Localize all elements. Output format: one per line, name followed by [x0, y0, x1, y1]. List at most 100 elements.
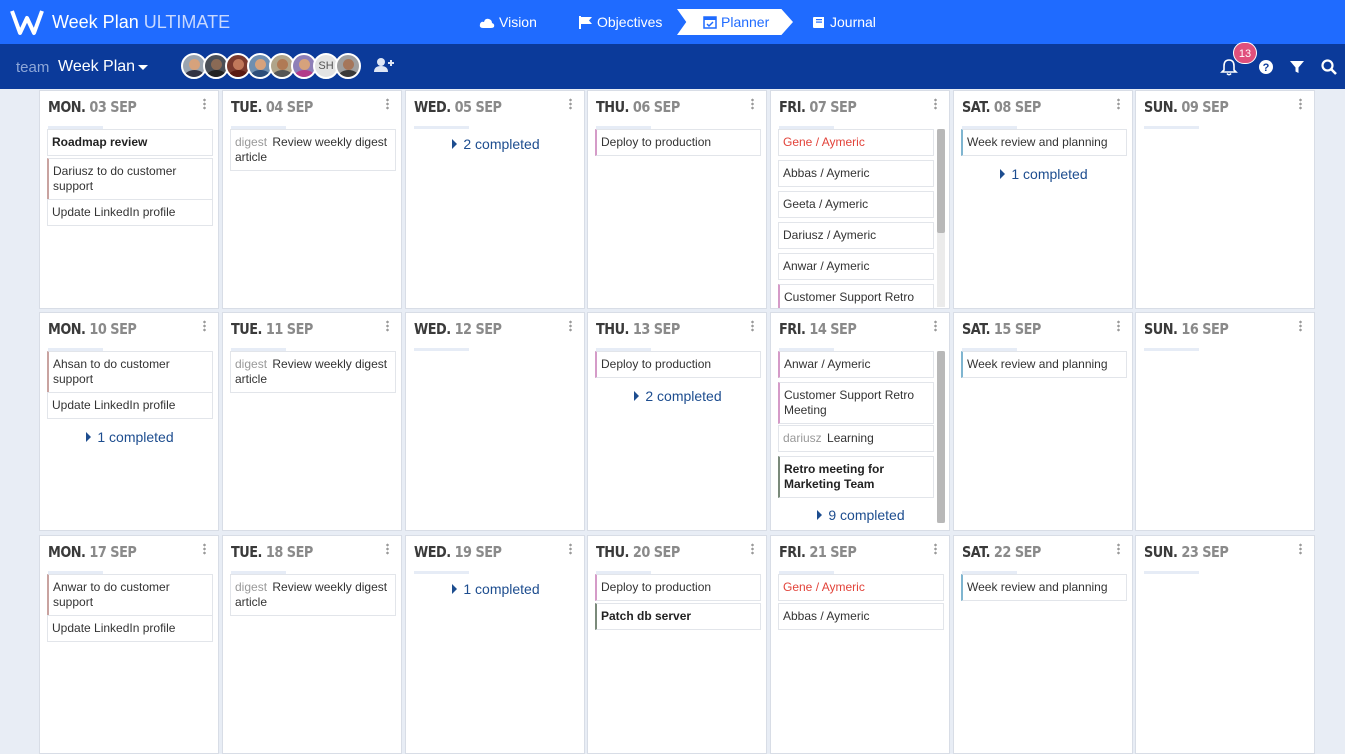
completed-count: 1 completed — [463, 581, 540, 597]
day-cell[interactable]: WED. 12 SEP — [405, 312, 585, 531]
weekplan-logo-icon[interactable] — [10, 8, 44, 36]
task-card[interactable]: Anwar / Aymeric — [778, 351, 934, 378]
task-card[interactable]: Week review and planning — [961, 351, 1127, 378]
day-cell[interactable]: FRI. 07 SEP Gene / Aymeric Abbas / Aymeric… — [770, 90, 950, 309]
avatar[interactable] — [335, 53, 361, 79]
task-card[interactable]: Anwar / Aymeric — [778, 253, 934, 280]
tab-planner[interactable]: Planner — [703, 10, 769, 34]
day-cell[interactable]: FRI. 14 SEP Anwar / Aymeric Customer Suppo… — [770, 312, 950, 531]
day-of-week: SAT. — [962, 543, 990, 561]
tab-objectives[interactable]: Objectives — [579, 10, 662, 34]
more-vertical-icon[interactable] — [1117, 543, 1120, 555]
more-vertical-icon[interactable] — [934, 543, 937, 555]
completed-toggle[interactable]: 2 completed — [588, 388, 766, 404]
day-cell[interactable]: SUN. 16 SEP — [1135, 312, 1315, 531]
tab-vision[interactable]: Vision — [479, 10, 537, 34]
task-card[interactable]: Patch db server — [595, 603, 761, 630]
more-vertical-icon[interactable] — [934, 320, 937, 332]
more-vertical-icon[interactable] — [1299, 543, 1302, 555]
more-vertical-icon[interactable] — [203, 543, 206, 555]
day-cell[interactable]: MON. 03 SEP Roadmap review Dariusz to do c… — [39, 90, 219, 309]
task-card[interactable]: Gene / Aymeric — [778, 574, 944, 601]
task-card[interactable]: Anwar to do customer support — [47, 574, 213, 616]
notification-count-badge[interactable]: 13 — [1233, 42, 1257, 64]
more-vertical-icon[interactable] — [386, 98, 389, 110]
task-list-scrollbar[interactable] — [937, 351, 945, 523]
task-card[interactable]: Week review and planning — [961, 129, 1127, 156]
day-cell[interactable]: TUE. 18 SEP digest Review weekly digest a… — [222, 535, 402, 754]
more-vertical-icon[interactable] — [203, 98, 206, 110]
day-cell[interactable]: SAT. 15 SEP Week review and planning — [953, 312, 1133, 531]
task-card[interactable]: Update LinkedIn profile — [47, 392, 213, 419]
task-card[interactable]: Abbas / Aymeric — [778, 603, 944, 630]
day-date: 15 SEP — [993, 320, 1041, 338]
day-title-underline — [1144, 348, 1199, 351]
task-card[interactable]: Abbas / Aymeric — [778, 160, 934, 187]
task-card[interactable]: digest Review weekly digest article — [230, 351, 396, 393]
more-vertical-icon[interactable] — [934, 98, 937, 110]
completed-toggle[interactable]: 9 completed — [771, 507, 949, 523]
task-card[interactable]: Deploy to production — [595, 351, 761, 378]
day-cell[interactable]: FRI. 21 SEP Gene / Aymeric Abbas / Aymeric — [770, 535, 950, 754]
day-cell[interactable]: MON. 17 SEP Anwar to do customer support U… — [39, 535, 219, 754]
completed-toggle[interactable]: 1 completed — [954, 166, 1132, 182]
more-vertical-icon[interactable] — [386, 320, 389, 332]
day-cell[interactable]: TUE. 04 SEP digest Review weekly digest a… — [222, 90, 402, 309]
more-vertical-icon[interactable] — [1117, 320, 1120, 332]
help-icon[interactable]: ? — [1257, 58, 1275, 76]
more-vertical-icon[interactable] — [203, 320, 206, 332]
task-card[interactable]: Retro meeting for Marketing Team — [778, 456, 934, 498]
day-cell[interactable]: SAT. 22 SEP Week review and planning — [953, 535, 1133, 754]
day-cell[interactable]: THU. 06 SEP Deploy to production — [587, 90, 767, 309]
search-icon[interactable] — [1320, 58, 1338, 76]
task-card[interactable]: Dariusz to do customer support — [47, 158, 213, 200]
completed-toggle[interactable]: 1 completed — [406, 581, 584, 597]
add-user-icon[interactable] — [374, 57, 394, 73]
more-vertical-icon[interactable] — [751, 98, 754, 110]
team-selector[interactable]: Week Plan — [58, 58, 135, 76]
task-card[interactable]: Week review and planning — [961, 574, 1127, 601]
more-vertical-icon[interactable] — [569, 543, 572, 555]
more-vertical-icon[interactable] — [386, 543, 389, 555]
more-vertical-icon[interactable] — [569, 98, 572, 110]
day-cell[interactable]: SUN. 09 SEP — [1135, 90, 1315, 309]
task-card[interactable]: digest Review weekly digest article — [230, 129, 396, 171]
completed-toggle[interactable]: 2 completed — [406, 136, 584, 152]
more-vertical-icon[interactable] — [1299, 98, 1302, 110]
app-title[interactable]: Week Plan ULTIMATE — [52, 12, 230, 33]
day-cell[interactable]: WED. 19 SEP 1 completed — [405, 535, 585, 754]
filter-icon[interactable] — [1288, 58, 1306, 76]
chevron-down-icon[interactable] — [138, 65, 148, 70]
task-card[interactable]: Update LinkedIn profile — [47, 199, 213, 226]
day-cell[interactable]: WED. 05 SEP 2 completed — [405, 90, 585, 309]
completed-toggle[interactable]: 1 completed — [40, 429, 218, 445]
task-card[interactable]: Gene / Aymeric — [778, 129, 934, 156]
task-card[interactable]: Customer Support Retro — [778, 284, 934, 308]
task-card[interactable]: dariusz Learning — [778, 425, 934, 452]
task-card[interactable]: Deploy to production — [595, 129, 761, 156]
task-card[interactable]: Dariusz / Aymeric — [778, 222, 934, 249]
task-card[interactable]: Ahsan to do customer support — [47, 351, 213, 393]
day-cell[interactable]: THU. 13 SEP Deploy to production 2 complet… — [587, 312, 767, 531]
tab-journal[interactable]: Journal — [812, 10, 876, 34]
scrollbar-thumb[interactable] — [937, 129, 945, 233]
more-vertical-icon[interactable] — [751, 543, 754, 555]
task-card[interactable]: Roadmap review — [47, 129, 213, 156]
more-vertical-icon[interactable] — [1117, 98, 1120, 110]
day-cell[interactable]: SAT. 08 SEP Week review and planning 1 com… — [953, 90, 1133, 309]
more-vertical-icon[interactable] — [569, 320, 572, 332]
task-list-scrollbar[interactable] — [937, 129, 945, 307]
task-card[interactable]: Customer Support Retro Meeting — [778, 382, 934, 424]
day-cell[interactable]: MON. 10 SEP Ahsan to do customer support U… — [39, 312, 219, 531]
day-cell[interactable]: SUN. 23 SEP — [1135, 535, 1315, 754]
team-label: team — [16, 59, 50, 76]
task-card[interactable]: Update LinkedIn profile — [47, 615, 213, 642]
task-card[interactable]: Deploy to production — [595, 574, 761, 601]
day-cell[interactable]: TUE. 11 SEP digest Review weekly digest a… — [222, 312, 402, 531]
scrollbar-thumb[interactable] — [937, 351, 945, 523]
task-card[interactable]: Geeta / Aymeric — [778, 191, 934, 218]
more-vertical-icon[interactable] — [751, 320, 754, 332]
task-card[interactable]: digest Review weekly digest article — [230, 574, 396, 616]
more-vertical-icon[interactable] — [1299, 320, 1302, 332]
day-cell[interactable]: THU. 20 SEP Deploy to production Patch db … — [587, 535, 767, 754]
